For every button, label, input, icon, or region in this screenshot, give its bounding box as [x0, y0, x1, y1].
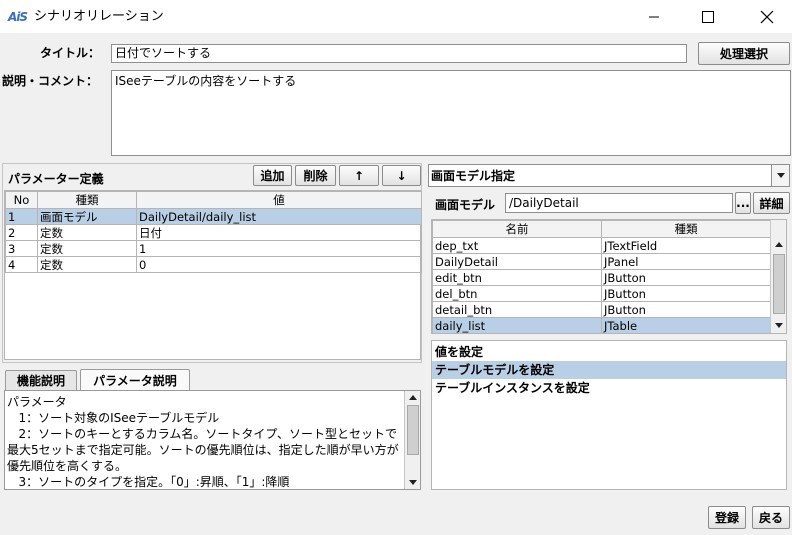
scroll-up-arrow[interactable] [405, 391, 421, 405]
parameter-cell-value[interactable]: 日付 [136, 224, 422, 241]
column-header-name[interactable]: 名前 [432, 220, 602, 238]
parameter-cell-no[interactable]: 2 [5, 224, 38, 241]
parameter-table-container: No 種類 値 1 画面モデル DailyDetail/daily_list 2 定数日… [4, 190, 422, 360]
column-header-no[interactable]: No [5, 191, 38, 209]
comment-label: 説明・コメント： [2, 74, 99, 88]
tab-parameter-description[interactable]: パラメータ説明 [80, 369, 190, 390]
component-row[interactable]: detail_btn JButton [432, 301, 771, 318]
parameter-cell-value[interactable]: DailyDetail/daily_list [136, 208, 422, 225]
parameter-cell-no[interactable]: 1 [5, 208, 38, 225]
parameter-cell-value[interactable]: 1 [136, 240, 422, 257]
description-line: 2：ソートのキーとするカラム名。ソートタイプ、ソート型とセットで [7, 427, 398, 441]
maximize-icon [702, 10, 714, 23]
maximize-button[interactable] [685, 0, 731, 33]
action-list: 値を設定 テーブルモデルを設定 テーブルインスタンスを設定 [431, 340, 787, 490]
scroll-down-arrow[interactable] [405, 475, 421, 489]
move-down-button[interactable]: ↓ [382, 165, 421, 186]
parameter-row[interactable]: 3 定数 1 [5, 240, 422, 257]
column-header-kind[interactable]: 種類 [37, 191, 137, 209]
parameter-cell-kind[interactable]: 定数 [37, 256, 137, 273]
component-table-scrollbar[interactable] [770, 220, 786, 333]
component-cell-type[interactable]: JButton [601, 301, 771, 318]
component-cell-type[interactable]: JTextField [601, 237, 771, 254]
description-line: 最大5セットまで指定可能。ソートの優先順位は、指定した順が早い方が [7, 443, 399, 457]
model-component-table-container: 名前 種類 dep_txt JTextField DailyDetail JPanel… [431, 219, 787, 334]
description-line: パラメータ [7, 395, 67, 409]
component-cell-name[interactable]: del_btn [432, 285, 602, 302]
title-label: タイトル： [40, 46, 101, 60]
action-list-item[interactable]: テーブルインスタンスを設定 [432, 379, 786, 397]
column-header-type[interactable]: 種類 [601, 220, 771, 238]
component-row[interactable]: dep_txt JTextField [432, 237, 771, 254]
component-row[interactable]: daily_list JTable [432, 317, 771, 334]
description-line: 優先順位を高くする。 [7, 459, 128, 473]
title-bar: AiS シナリオリレーション [0, 0, 792, 33]
back-button[interactable]: 戻る [752, 506, 790, 529]
detail-button[interactable]: 詳細 [753, 192, 790, 214]
parameter-table: No 種類 値 1 画面モデル DailyDetail/daily_list 2 定数日… [5, 191, 422, 273]
component-cell-type[interactable]: JPanel [601, 253, 771, 270]
model-type-dropdown[interactable]: 画面モデル指定 [428, 164, 790, 187]
description-area: パラメータ 1：ソート対象のISeeテーブルモデル 2：ソートのキーとするカラム… [4, 390, 421, 490]
parameter-row[interactable]: 4 定数 0 [5, 256, 422, 273]
model-type-dropdown-value: 画面モデル指定 [431, 169, 516, 183]
component-cell-type[interactable]: JTable [601, 317, 771, 334]
scroll-thumb[interactable] [407, 405, 419, 455]
process-select-button[interactable]: 処理選択 [698, 42, 790, 65]
component-cell-name[interactable]: dep_txt [432, 237, 602, 254]
title-input[interactable]: 日付でソートする [111, 44, 687, 63]
parameter-row[interactable]: 1 画面モデル DailyDetail/daily_list [5, 208, 422, 225]
move-up-button[interactable]: ↑ [339, 165, 379, 186]
description-text: パラメータ 1：ソート対象のISeeテーブルモデル 2：ソートのキーとするカラム… [7, 394, 402, 488]
browse-button[interactable]: ... [735, 192, 751, 214]
component-cell-name[interactable]: edit_btn [432, 269, 602, 286]
parameter-row[interactable]: 2 定数 日付 [5, 224, 422, 241]
action-list-item[interactable]: 値を設定 [432, 343, 786, 361]
component-cell-type[interactable]: JButton [601, 285, 771, 302]
component-row[interactable]: DailyDetail JPanel [432, 253, 771, 270]
column-header-value[interactable]: 値 [136, 191, 422, 209]
description-line: 1：ソート対象のISeeテーブルモデル [7, 411, 220, 425]
chevron-down-icon[interactable] [771, 165, 789, 186]
minimize-icon [649, 16, 659, 17]
comment-textarea[interactable]: ISeeテーブルの内容をソートする [111, 70, 791, 156]
register-button[interactable]: 登録 [708, 506, 746, 529]
parameter-cell-no[interactable]: 3 [5, 240, 38, 257]
minimize-button[interactable] [631, 0, 677, 33]
component-row[interactable]: del_btn JButton [432, 285, 771, 302]
description-line: 3：ソートのタイプを指定。「0」:昇順、「1」:降順 [7, 475, 290, 488]
parameter-cell-kind[interactable]: 画面モデル [37, 208, 137, 225]
model-component-table: 名前 種類 dep_txt JTextField DailyDetail JPanel… [432, 220, 771, 334]
component-cell-name[interactable]: daily_list [432, 317, 602, 334]
add-button[interactable]: 追加 [253, 165, 292, 186]
component-cell-name[interactable]: DailyDetail [432, 253, 602, 270]
scroll-up-arrow[interactable] [771, 238, 787, 252]
app-logo-icon: AiS [8, 10, 28, 24]
scroll-thumb[interactable] [773, 254, 785, 314]
action-list-item[interactable]: テーブルモデルを設定 [432, 361, 786, 379]
parameter-cell-no[interactable]: 4 [5, 256, 38, 273]
component-row[interactable]: edit_btn JButton [432, 269, 771, 286]
parameter-cell-value[interactable]: 0 [136, 256, 422, 273]
scroll-down-arrow[interactable] [771, 318, 787, 332]
close-icon [760, 10, 774, 23]
window-title: シナリオリレーション [34, 9, 164, 24]
tab-function-description[interactable]: 機能説明 [5, 370, 77, 390]
parameter-panel-title: パラメーター定義 [8, 172, 104, 186]
delete-button[interactable]: 削除 [295, 165, 336, 186]
component-cell-type[interactable]: JButton [601, 269, 771, 286]
model-label: 画面モデル [435, 198, 496, 212]
description-scrollbar[interactable] [404, 391, 420, 489]
component-cell-name[interactable]: detail_btn [432, 301, 602, 318]
parameter-cell-kind[interactable]: 定数 [37, 224, 137, 241]
parameter-cell-kind[interactable]: 定数 [37, 240, 137, 257]
model-path-input[interactable]: /DailyDetail [505, 193, 733, 213]
close-button[interactable] [744, 0, 790, 33]
